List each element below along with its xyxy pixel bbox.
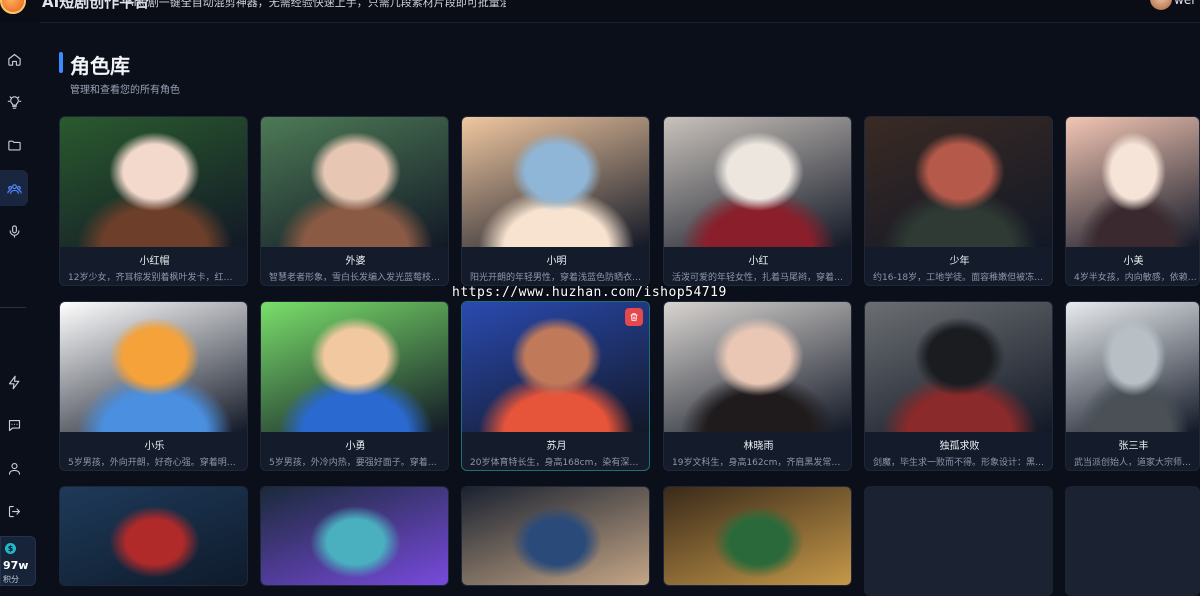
avatar[interactable] [1150,0,1172,10]
character-card[interactable] [59,486,248,586]
character-card[interactable]: 林晓雨 19岁文科生，身高162cm，齐肩黑发常扎成低马尾 [663,301,852,471]
character-name: 独孤求败 [939,441,980,452]
top-bar: AI短剧创作平台 AI短剧一键全自动混剪神器，无需经验快速上手，只需几段素材片段… [0,0,1200,23]
character-card[interactable]: 小美 4岁半女孩，内向敏感，依赖性强。穿着粉色连衣裙 [1065,116,1200,286]
character-card[interactable]: 外婆智慧老者形象，雪白长发编入发光蓝莓枝，亚麻长袍 [260,116,449,286]
character-description: 19岁文科生，身高162cm，齐肩黑发常扎成低马尾 [672,458,845,468]
character-portrait [261,487,448,585]
sidebar-divider [0,307,26,308]
character-name: 小明 [546,256,567,267]
watermark: https://www.huzhan.com/ishop54719 [452,285,727,300]
character-card[interactable] [461,486,650,586]
trash-icon [630,313,638,321]
character-portrait [664,117,851,247]
character-description: 约16-18岁，工地学徒。面容稚嫩但被冻得通红 [873,273,1046,283]
microphone-icon [9,224,19,238]
character-portrait [664,302,851,432]
character-name: 小红 [748,256,769,267]
nav-logout[interactable] [0,493,28,529]
nav-messages[interactable] [0,407,28,443]
nav-voice[interactable] [0,213,28,249]
nav-profile[interactable] [0,450,28,486]
character-description: 活泼可爱的年轻女性，扎着马尾辫，穿着粉色外套 [672,273,845,283]
character-card[interactable]: 小乐 5岁男孩，外向开朗，好奇心强。穿着明黄色T恤 [59,301,248,471]
placeholder-card [864,486,1053,596]
character-portrait [261,302,448,432]
character-card[interactable]: 苏月 20岁体育特长生，身高168cm，染有深蓝挑染短发 [461,301,650,471]
character-card[interactable]: 小明阳光开朗的年轻男性，穿着浅蓝色防晒衣和卡其裤 [461,116,650,286]
character-description: 阳光开朗的年轻男性，穿着浅蓝色防晒衣和卡其裤 [470,273,643,283]
nav-projects[interactable] [0,127,28,163]
app-logo[interactable] [0,0,26,14]
lightning-icon [8,375,19,389]
character-name: 外婆 [345,256,366,267]
user-name[interactable]: wei [1174,0,1200,7]
character-description: 5岁男孩，外向开朗，好奇心强。穿着明黄色T恤 [68,458,241,468]
character-description: 智慧老者形象，雪白长发编入发光蓝莓枝，亚麻长袍 [269,273,442,283]
character-description: 12岁少女，齐耳棕发别着枫叶发卡，红色羊毛斗篷 [68,273,241,283]
character-name: 林晓雨 [743,441,774,452]
character-name: 苏月 [546,441,567,452]
character-portrait [60,117,247,247]
coin-icon: $ [5,543,16,554]
character-portrait [462,487,649,585]
delete-button[interactable] [625,308,643,326]
character-description: 20岁体育特长生，身高168cm，染有深蓝挑染短发 [470,458,643,468]
character-portrait [261,117,448,247]
character-portrait [1066,117,1199,247]
character-portrait [664,487,851,585]
character-portrait [1066,302,1199,432]
character-name: 小美 [1123,256,1144,267]
nav-home[interactable] [0,41,28,77]
character-description: 4岁半女孩，内向敏感，依赖性强。穿着粉色连衣裙 [1074,273,1198,283]
user-icon [8,462,20,475]
title-accent-bar [59,52,63,73]
character-name: 张三丰 [1118,441,1149,452]
character-name: 小红帽 [139,256,170,267]
nav-inspiration[interactable] [0,84,28,120]
credits-value: 97w [3,559,29,572]
app-slogan: AI短剧一键全自动混剪神器，无需经验快速上手，只需几段素材片段即可批量混剪大量成… [126,0,506,9]
character-card[interactable]: 小红活泼可爱的年轻女性，扎着马尾辫，穿着粉色外套 [663,116,852,286]
character-name: 小乐 [144,441,165,452]
character-card[interactable]: 少年约16-18岁，工地学徒。面容稚嫩但被冻得通红 [864,116,1053,286]
character-portrait [60,487,247,585]
character-portrait [462,302,649,432]
lightbulb-icon [7,95,21,109]
character-description: 5岁男孩，外冷内热，要强好面子。穿着深蓝色外套 [269,458,442,468]
character-card[interactable]: 小勇 5岁男孩，外冷内热，要强好面子。穿着深蓝色外套 [260,301,449,471]
character-name: 少年 [949,256,970,267]
page-title: 角色库 [70,54,130,78]
credits-label: 积分 [3,575,19,584]
character-description: 武当派创始人，道家大宗师。形象设计：白衣飘飘 [1074,458,1198,468]
placeholder-card [1065,486,1200,596]
chat-icon [8,419,20,431]
nav-characters[interactable] [0,170,28,206]
character-description: 剑魔，毕生求一败而不得。形象设计：黑袍裹身 [873,458,1046,468]
character-card[interactable] [663,486,852,586]
nav-quick-create[interactable] [0,364,28,400]
character-portrait [865,302,1052,432]
character-portrait [865,117,1052,247]
page-subtitle: 管理和查看您的所有角色 [70,85,180,96]
character-portrait [462,117,649,247]
character-portrait [60,302,247,432]
folder-icon [7,140,21,150]
home-icon [7,53,21,66]
logout-icon [8,505,20,517]
character-card[interactable]: 小红帽 12岁少女，齐耳棕发别着枫叶发卡，红色羊毛斗篷 [59,116,248,286]
users-icon [6,183,22,194]
character-card[interactable]: 独孤求败剑魔，毕生求一败而不得。形象设计：黑袍裹身 [864,301,1053,471]
character-card[interactable]: 张三丰武当派创始人，道家大宗师。形象设计：白衣飘飘 [1065,301,1200,471]
credits-panel[interactable]: $ 97w 积分 [0,536,36,586]
sidebar: $ 97w 积分 [0,22,40,586]
character-card[interactable] [260,486,449,586]
character-name: 小勇 [345,441,366,452]
